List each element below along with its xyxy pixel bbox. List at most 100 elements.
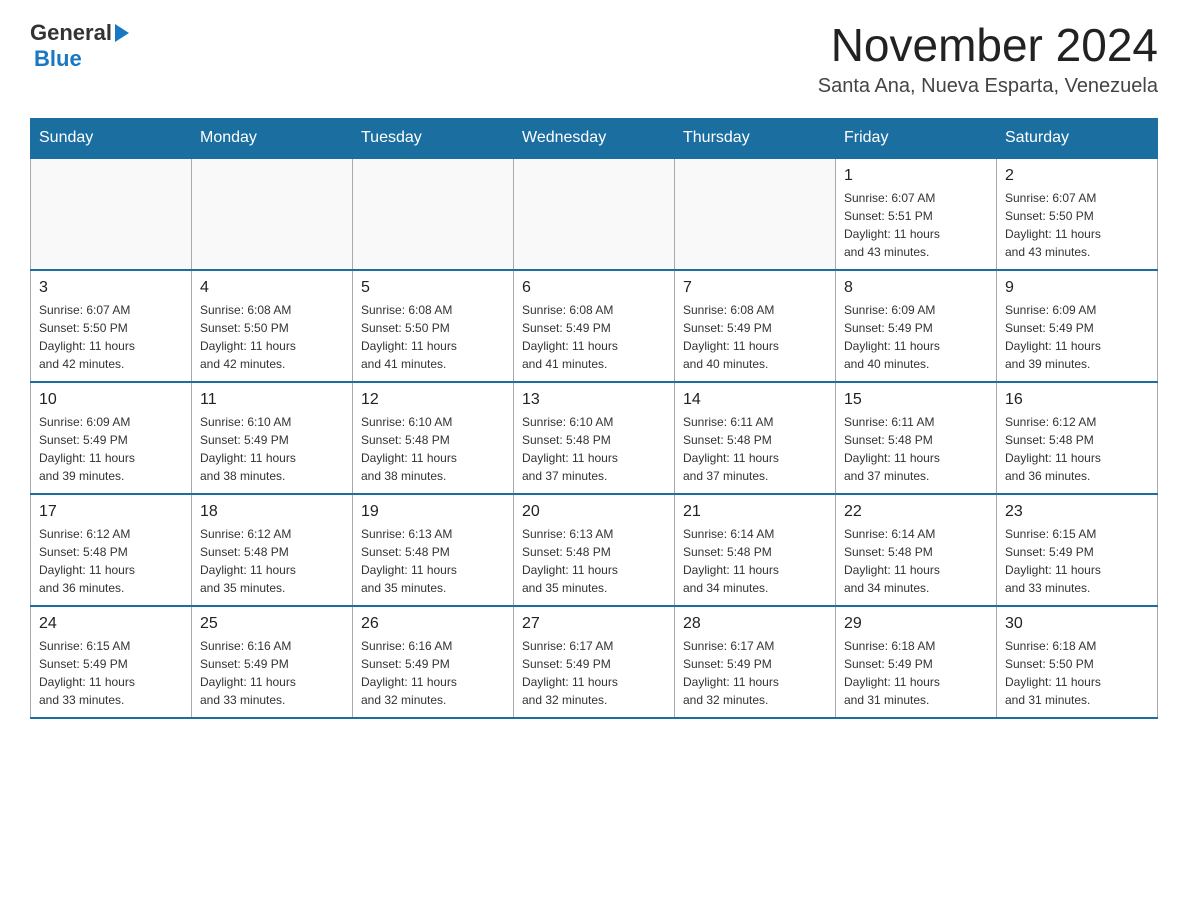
day-number: 25 — [200, 615, 344, 633]
calendar-day-cell — [514, 158, 675, 270]
calendar-week-row: 3 Sunrise: 6:07 AM Sunset: 5:50 PM Daylig… — [31, 270, 1158, 382]
day-info: Sunrise: 6:16 AM Sunset: 5:49 PM Dayligh… — [200, 637, 344, 709]
day-number: 8 — [844, 279, 988, 297]
day-number: 18 — [200, 503, 344, 521]
calendar-day-cell: 20 Sunrise: 6:13 AM Sunset: 5:48 PM Dayli… — [514, 494, 675, 606]
day-info: Sunrise: 6:12 AM Sunset: 5:48 PM Dayligh… — [39, 525, 183, 597]
day-number: 3 — [39, 279, 183, 297]
calendar-day-cell: 16Sunrise: 6:12 AM Sunset: 5:48 PM Dayli… — [997, 382, 1158, 494]
day-info: Sunrise: 6:08 AM Sunset: 5:49 PM Dayligh… — [683, 301, 827, 373]
column-header-wednesday: Wednesday — [514, 118, 675, 158]
logo: General Blue — [30, 20, 129, 72]
logo-blue-text: Blue — [34, 46, 82, 72]
day-info: Sunrise: 6:14 AM Sunset: 5:48 PM Dayligh… — [844, 525, 988, 597]
month-title: November 2024 — [818, 20, 1158, 71]
day-number: 20 — [522, 503, 666, 521]
calendar-day-cell: 12 Sunrise: 6:10 AM Sunset: 5:48 PM Dayli… — [353, 382, 514, 494]
calendar-day-cell: 11Sunrise: 6:10 AM Sunset: 5:49 PM Dayli… — [192, 382, 353, 494]
day-info: Sunrise: 6:07 AM Sunset: 5:50 PM Dayligh… — [39, 301, 183, 373]
calendar-day-cell — [675, 158, 836, 270]
calendar-day-cell — [353, 158, 514, 270]
calendar-day-cell: 29 Sunrise: 6:18 AM Sunset: 5:49 PM Dayli… — [836, 606, 997, 718]
calendar-day-cell: 3 Sunrise: 6:07 AM Sunset: 5:50 PM Daylig… — [31, 270, 192, 382]
calendar-day-cell: 6 Sunrise: 6:08 AM Sunset: 5:49 PM Daylig… — [514, 270, 675, 382]
day-info: Sunrise: 6:18 AM Sunset: 5:50 PM Dayligh… — [1005, 637, 1149, 709]
day-info: Sunrise: 6:12 AM Sunset: 5:48 PM Dayligh… — [1005, 413, 1149, 485]
calendar-body: 1 Sunrise: 6:07 AM Sunset: 5:51 PM Daylig… — [31, 158, 1158, 718]
calendar-day-cell: 26 Sunrise: 6:16 AM Sunset: 5:49 PM Dayli… — [353, 606, 514, 718]
header-row: SundayMondayTuesdayWednesdayThursdayFrid… — [31, 118, 1158, 158]
day-info: Sunrise: 6:10 AM Sunset: 5:48 PM Dayligh… — [522, 413, 666, 485]
calendar-day-cell: 13Sunrise: 6:10 AM Sunset: 5:48 PM Dayli… — [514, 382, 675, 494]
day-number: 29 — [844, 615, 988, 633]
day-info: Sunrise: 6:07 AM Sunset: 5:50 PM Dayligh… — [1005, 189, 1149, 261]
logo-triangle-icon — [115, 24, 129, 42]
day-number: 11 — [200, 391, 344, 409]
day-number: 27 — [522, 615, 666, 633]
calendar-day-cell: 2 Sunrise: 6:07 AM Sunset: 5:50 PM Daylig… — [997, 158, 1158, 270]
day-number: 4 — [200, 279, 344, 297]
calendar-day-cell: 18 Sunrise: 6:12 AM Sunset: 5:48 PM Dayli… — [192, 494, 353, 606]
calendar-day-cell: 4 Sunrise: 6:08 AM Sunset: 5:50 PM Daylig… — [192, 270, 353, 382]
calendar-day-cell: 21Sunrise: 6:14 AM Sunset: 5:48 PM Dayli… — [675, 494, 836, 606]
day-number: 12 — [361, 391, 505, 409]
calendar-day-cell: 7 Sunrise: 6:08 AM Sunset: 5:49 PM Daylig… — [675, 270, 836, 382]
calendar-day-cell: 10Sunrise: 6:09 AM Sunset: 5:49 PM Dayli… — [31, 382, 192, 494]
calendar-day-cell: 25 Sunrise: 6:16 AM Sunset: 5:49 PM Dayli… — [192, 606, 353, 718]
column-header-friday: Friday — [836, 118, 997, 158]
day-number: 15 — [844, 391, 988, 409]
day-number: 7 — [683, 279, 827, 297]
day-info: Sunrise: 6:15 AM Sunset: 5:49 PM Dayligh… — [39, 637, 183, 709]
calendar-week-row: 10Sunrise: 6:09 AM Sunset: 5:49 PM Dayli… — [31, 382, 1158, 494]
calendar-day-cell: 14Sunrise: 6:11 AM Sunset: 5:48 PM Dayli… — [675, 382, 836, 494]
day-number: 17 — [39, 503, 183, 521]
day-number: 1 — [844, 167, 988, 185]
calendar-day-cell: 19Sunrise: 6:13 AM Sunset: 5:48 PM Dayli… — [353, 494, 514, 606]
location-subtitle: Santa Ana, Nueva Esparta, Venezuela — [818, 75, 1158, 98]
day-number: 21 — [683, 503, 827, 521]
calendar-week-row: 1 Sunrise: 6:07 AM Sunset: 5:51 PM Daylig… — [31, 158, 1158, 270]
calendar-day-cell: 9Sunrise: 6:09 AM Sunset: 5:49 PM Daylig… — [997, 270, 1158, 382]
day-info: Sunrise: 6:17 AM Sunset: 5:49 PM Dayligh… — [522, 637, 666, 709]
day-info: Sunrise: 6:08 AM Sunset: 5:49 PM Dayligh… — [522, 301, 666, 373]
day-info: Sunrise: 6:07 AM Sunset: 5:51 PM Dayligh… — [844, 189, 988, 261]
day-info: Sunrise: 6:18 AM Sunset: 5:49 PM Dayligh… — [844, 637, 988, 709]
column-header-thursday: Thursday — [675, 118, 836, 158]
header-title-block: November 2024 Santa Ana, Nueva Esparta, … — [818, 20, 1158, 98]
day-number: 9 — [1005, 279, 1149, 297]
calendar-day-cell — [31, 158, 192, 270]
day-number: 5 — [361, 279, 505, 297]
calendar-day-cell: 5 Sunrise: 6:08 AM Sunset: 5:50 PM Daylig… — [353, 270, 514, 382]
day-number: 28 — [683, 615, 827, 633]
logo-general-text: General — [30, 20, 112, 46]
day-info: Sunrise: 6:16 AM Sunset: 5:49 PM Dayligh… — [361, 637, 505, 709]
calendar-table: SundayMondayTuesdayWednesdayThursdayFrid… — [30, 118, 1158, 719]
calendar-day-cell: 17 Sunrise: 6:12 AM Sunset: 5:48 PM Dayli… — [31, 494, 192, 606]
day-info: Sunrise: 6:11 AM Sunset: 5:48 PM Dayligh… — [844, 413, 988, 485]
calendar-header: SundayMondayTuesdayWednesdayThursdayFrid… — [31, 118, 1158, 158]
day-info: Sunrise: 6:09 AM Sunset: 5:49 PM Dayligh… — [844, 301, 988, 373]
calendar-day-cell: 15 Sunrise: 6:11 AM Sunset: 5:48 PM Dayli… — [836, 382, 997, 494]
day-info: Sunrise: 6:08 AM Sunset: 5:50 PM Dayligh… — [200, 301, 344, 373]
day-info: Sunrise: 6:12 AM Sunset: 5:48 PM Dayligh… — [200, 525, 344, 597]
day-info: Sunrise: 6:08 AM Sunset: 5:50 PM Dayligh… — [361, 301, 505, 373]
column-header-tuesday: Tuesday — [353, 118, 514, 158]
calendar-day-cell — [192, 158, 353, 270]
calendar-week-row: 17 Sunrise: 6:12 AM Sunset: 5:48 PM Dayli… — [31, 494, 1158, 606]
day-info: Sunrise: 6:13 AM Sunset: 5:48 PM Dayligh… — [522, 525, 666, 597]
day-number: 2 — [1005, 167, 1149, 185]
day-number: 6 — [522, 279, 666, 297]
calendar-day-cell: 22 Sunrise: 6:14 AM Sunset: 5:48 PM Dayli… — [836, 494, 997, 606]
day-info: Sunrise: 6:10 AM Sunset: 5:48 PM Dayligh… — [361, 413, 505, 485]
column-header-saturday: Saturday — [997, 118, 1158, 158]
calendar-day-cell: 27 Sunrise: 6:17 AM Sunset: 5:49 PM Dayli… — [514, 606, 675, 718]
day-number: 22 — [844, 503, 988, 521]
page-header: General Blue November 2024 Santa Ana, Nu… — [30, 20, 1158, 98]
column-header-monday: Monday — [192, 118, 353, 158]
day-number: 19 — [361, 503, 505, 521]
day-number: 23 — [1005, 503, 1149, 521]
day-number: 30 — [1005, 615, 1149, 633]
day-number: 10 — [39, 391, 183, 409]
day-number: 26 — [361, 615, 505, 633]
calendar-day-cell: 24Sunrise: 6:15 AM Sunset: 5:49 PM Dayli… — [31, 606, 192, 718]
